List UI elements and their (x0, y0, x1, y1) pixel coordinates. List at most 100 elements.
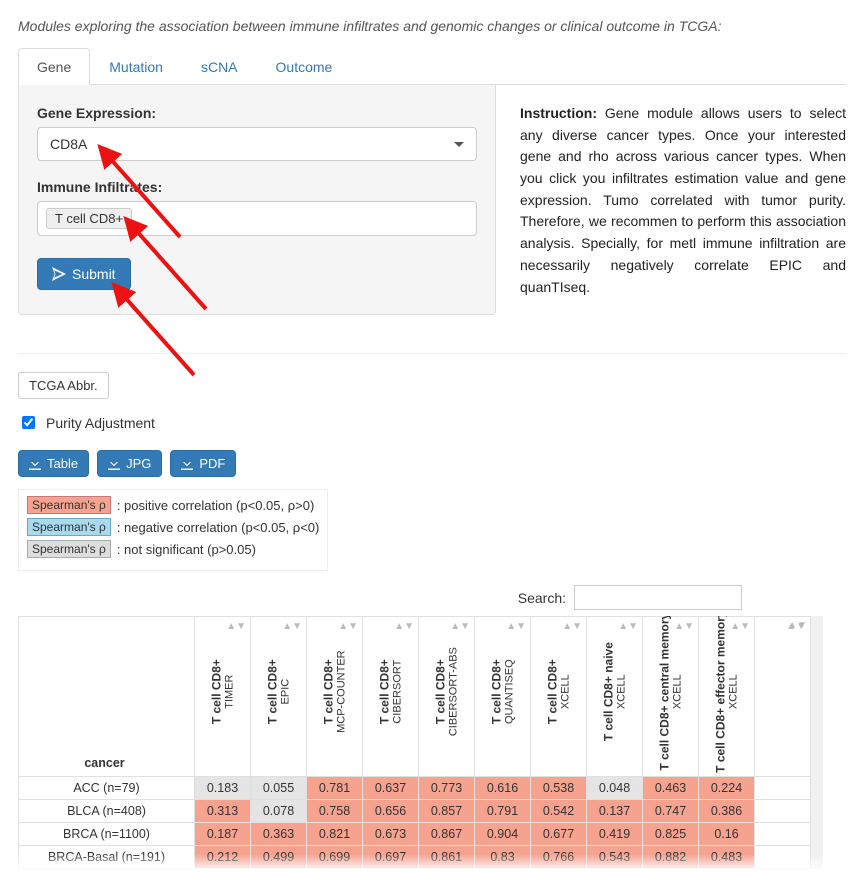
value-cell[interactable]: 0.048 (587, 777, 643, 800)
value-cell[interactable]: 0.538 (531, 777, 587, 800)
value-cell[interactable]: 0.791 (475, 800, 531, 823)
purity-adjustment-label: Purity Adjustment (46, 415, 155, 431)
value-cell[interactable]: 0.699 (307, 846, 363, 869)
export-table-button[interactable]: Table (18, 450, 89, 477)
value-cell[interactable]: 0.637 (363, 777, 419, 800)
sort-icon: ▲▼ (562, 621, 582, 632)
value-cell[interactable]: 0.857 (419, 800, 475, 823)
value-cell[interactable]: 0.386 (699, 800, 755, 823)
value-cell[interactable]: 0.313 (195, 800, 251, 823)
table-row: ACC (n=79)0.1830.0550.7810.6370.7730.616… (19, 777, 811, 800)
value-cell[interactable]: 0.904 (475, 823, 531, 846)
value-cell[interactable]: 0.419 (587, 823, 643, 846)
purity-adjustment-checkbox[interactable] (22, 416, 35, 429)
submit-label: Submit (72, 266, 116, 282)
immune-infiltrates-input[interactable]: T cell CD8+ (37, 201, 477, 236)
legend-chip-neg: Spearman's ρ (27, 518, 111, 536)
tcga-abbr-button[interactable]: TCGA Abbr. (18, 372, 109, 399)
value-cell[interactable]: 0.83 (475, 846, 531, 869)
instruction-panel: Instruction: Gene module allows users to… (520, 85, 846, 315)
sort-icon: ▲▼ (618, 621, 638, 632)
tab-gene[interactable]: Gene (18, 48, 90, 85)
export-jpg-button[interactable]: JPG (97, 450, 162, 477)
value-cell[interactable]: 0.224 (699, 777, 755, 800)
value-cell[interactable]: 0.867 (419, 823, 475, 846)
instruction-heading: Instruction: (520, 105, 597, 121)
value-cell[interactable]: 0.078 (251, 800, 307, 823)
legend-ns-text: : not significant (p>0.05) (117, 542, 256, 557)
value-cell[interactable]: 0.483 (699, 846, 755, 869)
sort-icon: ▲▼ (450, 621, 470, 632)
value-cell[interactable]: 0.656 (363, 800, 419, 823)
sort-icon: ▲▼ (338, 621, 358, 632)
value-cell[interactable]: 0.758 (307, 800, 363, 823)
sort-icon: ▲▼ (506, 621, 526, 632)
sort-icon: ▲▼ (226, 621, 246, 632)
value-cell[interactable]: 0.821 (307, 823, 363, 846)
value-cell[interactable]: 0.543 (587, 846, 643, 869)
paper-plane-icon (52, 267, 66, 281)
value-cell[interactable]: 0.677 (531, 823, 587, 846)
value-cell[interactable]: 0.187 (195, 823, 251, 846)
gene-expression-select[interactable]: CD8A (37, 127, 477, 161)
col-4[interactable]: ▲▼T cell CD8+CIBERSORT-ABS (419, 617, 475, 777)
legend: Spearman's ρ: positive correlation (p<0.… (18, 489, 328, 571)
tab-mutation[interactable]: Mutation (90, 48, 182, 85)
value-cell[interactable]: 0.673 (363, 823, 419, 846)
table-row: BRCA (n=1100)0.1870.3630.8210.6730.8670.… (19, 823, 811, 846)
cancer-cell: BRCA (n=1100) (19, 823, 195, 846)
value-cell[interactable]: 0.137 (587, 800, 643, 823)
submit-button[interactable]: Submit (37, 258, 131, 290)
value-cell[interactable]: 0.212 (195, 846, 251, 869)
gene-expression-value: CD8A (50, 136, 87, 152)
value-cell[interactable]: 0.183 (195, 777, 251, 800)
table-row: BLCA (n=408)0.3130.0780.7580.6560.8570.7… (19, 800, 811, 823)
module-tabs: Gene Mutation sCNA Outcome (18, 48, 846, 85)
download-icon (29, 458, 41, 470)
table-row: BRCA-Basal (n=191)0.2120.4990.6990.6970.… (19, 846, 811, 869)
value-cell[interactable]: 0.363 (251, 823, 307, 846)
value-cell[interactable]: 0.542 (531, 800, 587, 823)
export-table-label: Table (47, 456, 78, 471)
download-icon (181, 458, 193, 470)
export-pdf-button[interactable]: PDF (170, 450, 236, 477)
value-cell[interactable]: 0.16 (699, 823, 755, 846)
value-cell[interactable]: 0.825 (643, 823, 699, 846)
tab-scna[interactable]: sCNA (182, 48, 257, 85)
legend-chip-pos: Spearman's ρ (27, 496, 111, 514)
instruction-body: Gene module allows users to select any d… (520, 105, 846, 295)
value-cell[interactable]: 0.499 (251, 846, 307, 869)
col-extra: ▲▼ (755, 617, 811, 777)
value-cell[interactable]: 0.781 (307, 777, 363, 800)
col-9[interactable]: ▲▼T cell CD8+ effector memoryXCELL (699, 617, 755, 777)
sort-icon: ▲▼ (786, 621, 806, 632)
intro-text: Modules exploring the association betwee… (18, 18, 846, 34)
col-7[interactable]: ▲▼T cell CD8+ naiveXCELL (587, 617, 643, 777)
value-cell[interactable]: 0.766 (531, 846, 587, 869)
sort-icon: ▲▼ (282, 621, 302, 632)
col-8[interactable]: ▲▼T cell CD8+ central memoryXCELL (643, 617, 699, 777)
col-6[interactable]: ▲▼T cell CD8+XCELL (531, 617, 587, 777)
legend-chip-ns: Spearman's ρ (27, 540, 111, 558)
value-cell[interactable]: 0.616 (475, 777, 531, 800)
col-5[interactable]: ▲▼T cell CD8+QUANTISEQ (475, 617, 531, 777)
col-1[interactable]: ▲▼T cell CD8+EPIC (251, 617, 307, 777)
col-cancer[interactable]: cancer▲▼ (19, 617, 195, 777)
col-3[interactable]: ▲▼T cell CD8+CIBERSORT (363, 617, 419, 777)
cancer-cell: BRCA-Basal (n=191) (19, 846, 195, 869)
value-cell[interactable]: 0.861 (419, 846, 475, 869)
value-cell[interactable]: 0.697 (363, 846, 419, 869)
col-0[interactable]: ▲▼T cell CD8+TIMER (195, 617, 251, 777)
tab-outcome[interactable]: Outcome (257, 48, 352, 85)
value-cell[interactable]: 0.882 (643, 846, 699, 869)
chevron-down-icon (454, 142, 464, 147)
value-cell[interactable]: 0.773 (419, 777, 475, 800)
infiltrate-tag[interactable]: T cell CD8+ (46, 208, 132, 229)
col-2[interactable]: ▲▼T cell CD8+MCP-COUNTER (307, 617, 363, 777)
search-input[interactable] (574, 585, 742, 610)
results-table: cancer▲▼ ▲▼T cell CD8+TIMER▲▼T cell CD8+… (18, 616, 811, 869)
download-icon (108, 458, 120, 470)
value-cell[interactable]: 0.463 (643, 777, 699, 800)
value-cell[interactable]: 0.055 (251, 777, 307, 800)
value-cell[interactable]: 0.747 (643, 800, 699, 823)
